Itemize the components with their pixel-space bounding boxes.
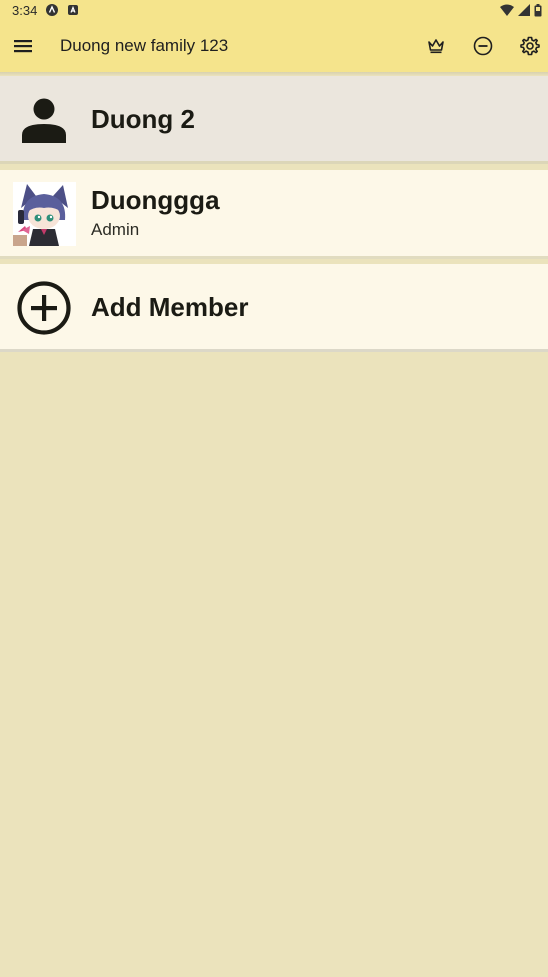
member-avatar: [13, 182, 76, 246]
signal-icon: [518, 4, 530, 16]
add-circle-icon: [17, 281, 71, 335]
remove-circle-icon: [473, 36, 493, 56]
member-row[interactable]: Duonggga Admin: [0, 170, 548, 259]
crown-button[interactable]: [421, 31, 451, 61]
page-title: Duong new family 123: [60, 36, 229, 55]
app-a-icon: [46, 4, 58, 16]
member-name: Duonggga: [91, 185, 220, 215]
settings-button[interactable]: [515, 31, 545, 61]
member-role: Admin: [91, 220, 140, 239]
menu-button[interactable]: [8, 31, 38, 61]
status-bar: 3:34: [0, 0, 548, 20]
add-member-row[interactable]: Add Member: [0, 264, 548, 352]
gear-icon: [520, 36, 540, 56]
add-member-label: Add Member: [91, 292, 249, 322]
crown-icon: [428, 39, 444, 54]
app-bar: Duong new family 123: [0, 20, 548, 72]
add-icon-container: [12, 281, 76, 335]
group-icon-container: [12, 96, 76, 144]
anime-avatar: [13, 182, 76, 246]
battery-icon: [534, 3, 542, 16]
status-icons: [500, 3, 542, 17]
person-icon: [22, 98, 66, 143]
remove-member-button[interactable]: [468, 31, 498, 61]
group-header-row[interactable]: Duong 2: [0, 76, 548, 164]
app-square-a-icon: [68, 5, 78, 15]
menu-icon: [14, 40, 32, 53]
group-name: Duong 2: [91, 104, 195, 134]
wifi-icon: [500, 4, 514, 16]
status-time: 3:34: [12, 3, 38, 18]
